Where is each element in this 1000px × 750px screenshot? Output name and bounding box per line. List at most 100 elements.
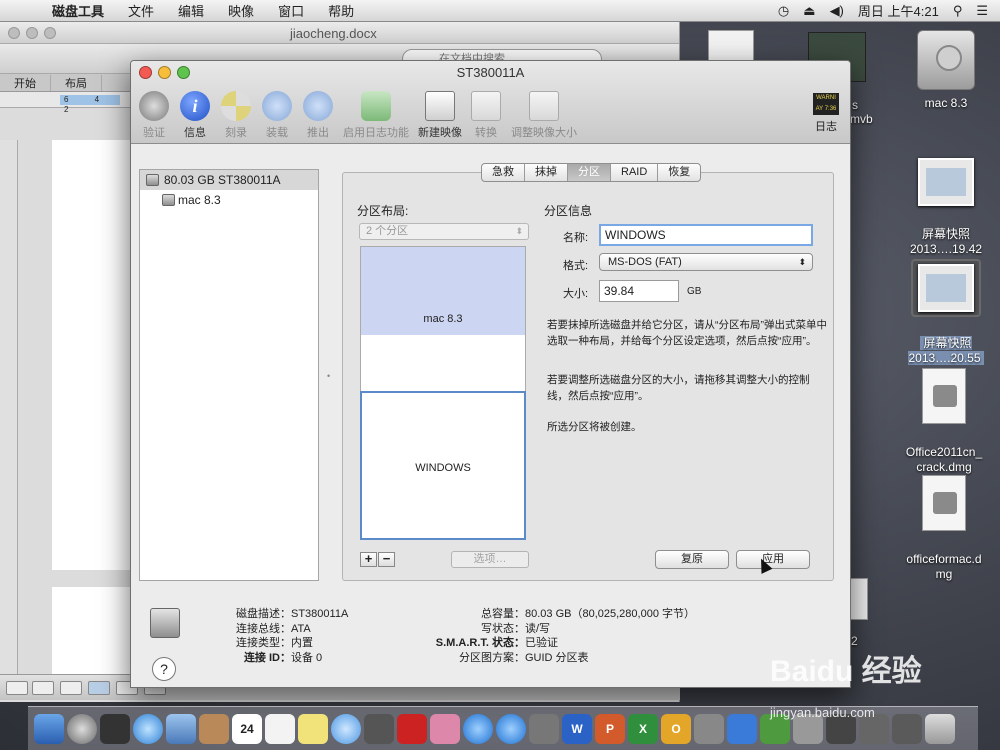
- baidu-watermark: Baidu 经验: [770, 655, 922, 688]
- menu-window[interactable]: 窗口: [266, 1, 316, 20]
- desktop-icon-mac-volume[interactable]: mac 8.3: [906, 30, 986, 111]
- dock-excel-icon[interactable]: X: [628, 713, 658, 744]
- sidebar-item-disk[interactable]: 80.03 GB ST380011A: [140, 170, 318, 190]
- word-ribbon-tab-layout[interactable]: 布局: [51, 74, 102, 91]
- dock-trash-icon[interactable]: [925, 713, 955, 744]
- dock-launchpad-icon[interactable]: [67, 713, 97, 744]
- tab-erase[interactable]: 抹掉: [525, 164, 568, 181]
- toolbar-label: 转换: [475, 127, 497, 139]
- dock-lync-icon[interactable]: [694, 713, 724, 744]
- dock-mail-icon[interactable]: [166, 713, 196, 744]
- dock-outlook-icon[interactable]: O: [661, 713, 691, 744]
- dock-facetime-icon[interactable]: [364, 713, 394, 744]
- dock-word-icon[interactable]: W: [562, 713, 592, 744]
- partition-layout-select[interactable]: 2 个分区 ⬍: [359, 223, 529, 240]
- word-view-outline-button[interactable]: [32, 681, 54, 695]
- dock-itunes-icon[interactable]: [463, 713, 493, 744]
- partition-segment-windows[interactable]: WINDOWS: [360, 391, 526, 540]
- dock-downloads-stack-icon[interactable]: [892, 713, 922, 744]
- baidu-watermark-url: jingyan.baidu.com: [770, 705, 875, 720]
- desktop-icon-screenshot-2[interactable]: 屏幕快照 2013….20.55: [898, 244, 994, 366]
- partition-name-field[interactable]: WINDOWS: [599, 224, 813, 246]
- menu-image[interactable]: 映像: [216, 1, 266, 20]
- select-arrows-icon: ⬍: [515, 226, 523, 236]
- word-minimize-button[interactable]: [26, 26, 38, 39]
- help-button[interactable]: ?: [152, 657, 176, 681]
- desktop-icon-officeformac-dmg[interactable]: officeformac.d mg: [892, 460, 996, 582]
- dmg-file-icon: [922, 475, 966, 531]
- window-title: ST380011A: [456, 65, 525, 80]
- menu-help[interactable]: 帮助: [316, 1, 366, 20]
- tab-partition[interactable]: 分区: [568, 164, 611, 181]
- desktop-icon-partial-file[interactable]: [850, 578, 868, 620]
- toolbar-label: 推出: [307, 127, 329, 139]
- dock-system-preferences-icon[interactable]: [529, 713, 559, 744]
- apply-button[interactable]: 应用: [736, 550, 810, 569]
- dock-safari-icon[interactable]: [133, 713, 163, 744]
- eject-icon[interactable]: ⏏: [803, 3, 815, 19]
- splitter-handle[interactable]: •: [327, 371, 330, 381]
- toolbar-log-button[interactable]: WARNI AY 7:36 日志: [810, 93, 842, 134]
- dock-iphoto-icon[interactable]: [430, 713, 460, 744]
- format-label: 格式:: [563, 260, 589, 272]
- word-close-button[interactable]: [8, 26, 20, 39]
- remove-partition-button[interactable]: −: [378, 552, 395, 567]
- tab-raid[interactable]: RAID: [611, 164, 659, 181]
- dock-reminders-icon[interactable]: [265, 713, 295, 744]
- partition-segment-mac[interactable]: mac 8.3: [361, 247, 525, 390]
- desktop-icon-screenshot-1[interactable]: 屏幕快照 2013….19.42: [898, 143, 994, 257]
- toolbar-enable-journaling-button[interactable]: 启用日志功能: [341, 89, 411, 140]
- detail-key: 写状态：: [481, 622, 525, 635]
- dock-mission-control-icon[interactable]: [100, 713, 130, 744]
- menubar-clock[interactable]: 周日 上午4:21: [858, 1, 939, 20]
- word-zoom-button[interactable]: [44, 26, 56, 39]
- dock-finder-icon[interactable]: [34, 713, 64, 744]
- format-select[interactable]: MS-DOS (FAT) ⬍: [599, 253, 813, 271]
- word-page: [52, 140, 132, 570]
- revert-button[interactable]: 复原: [655, 550, 729, 569]
- dock-contacts-icon[interactable]: [199, 713, 229, 744]
- dock-notes-icon[interactable]: [298, 713, 328, 744]
- toolbar-label: 日志: [815, 121, 837, 133]
- options-button[interactable]: 选项…: [451, 551, 529, 568]
- spotlight-search-icon[interactable]: ⚲: [953, 3, 963, 19]
- word-view-publishing-button[interactable]: [60, 681, 82, 695]
- volume-icon[interactable]: ◀): [830, 3, 844, 19]
- screenshot-thumbnail-icon: [918, 264, 974, 312]
- partition-info-label: 分区信息: [544, 204, 593, 218]
- disk-utility-window: ST380011A 验证 i 信息 刻录 装载 推出 启用日志功能 新建映像 转…: [130, 60, 851, 688]
- time-machine-icon[interactable]: ◷: [778, 3, 789, 19]
- menu-edit[interactable]: 编辑: [166, 1, 216, 20]
- dock-powerpoint-icon[interactable]: P: [595, 713, 625, 744]
- partition-help-text-1: 若要抹掉所选磁盘并给它分区，请从“分区布局”弹出式菜单中选取一种布局，并给每个分…: [547, 319, 827, 347]
- word-view-draft-button[interactable]: [6, 681, 28, 695]
- journal-icon: [361, 91, 391, 121]
- sidebar-item-volume[interactable]: mac 8.3: [140, 190, 318, 210]
- partition-size-field[interactable]: 39.84: [599, 280, 679, 302]
- dock-calendar-icon[interactable]: 24: [232, 713, 262, 744]
- notification-center-icon[interactable]: ☰: [976, 3, 988, 19]
- tab-bar: 急救 抹掉 分区 RAID 恢复: [481, 163, 702, 182]
- desktop-partial-label: mvb: [850, 112, 873, 126]
- toolbar-label: 调整映像大小: [511, 127, 577, 139]
- dock-app-store-icon[interactable]: [496, 713, 526, 744]
- add-partition-button[interactable]: +: [360, 552, 377, 567]
- word-ribbon-tab-home[interactable]: 开始: [0, 74, 51, 91]
- word-titlebar: jiaocheng.docx: [0, 22, 679, 44]
- word-view-print-button[interactable]: [88, 681, 110, 695]
- dock-messages-icon[interactable]: [331, 713, 361, 744]
- desktop-icon-label: officeformac.d mg: [906, 552, 982, 581]
- toolbar-resize-image-button[interactable]: 调整映像大小: [509, 89, 579, 140]
- menu-file[interactable]: 文件: [116, 1, 166, 20]
- log-icon: WARNI AY 7:36: [813, 93, 839, 115]
- dmg-file-icon: [922, 368, 966, 424]
- tab-restore[interactable]: 恢复: [658, 164, 700, 181]
- dock-messenger-icon[interactable]: [727, 713, 757, 744]
- dock-photo-booth-icon[interactable]: [397, 713, 427, 744]
- desktop-icon-office-crack-dmg[interactable]: Office2011cn_ crack.dmg: [892, 353, 996, 475]
- tab-first-aid[interactable]: 急救: [482, 164, 525, 181]
- detail-value: 内置: [291, 637, 313, 649]
- eject-icon: [303, 91, 333, 121]
- menu-app[interactable]: 磁盘工具: [40, 1, 116, 20]
- partition-map: mac 8.3 WINDOWS: [360, 246, 526, 540]
